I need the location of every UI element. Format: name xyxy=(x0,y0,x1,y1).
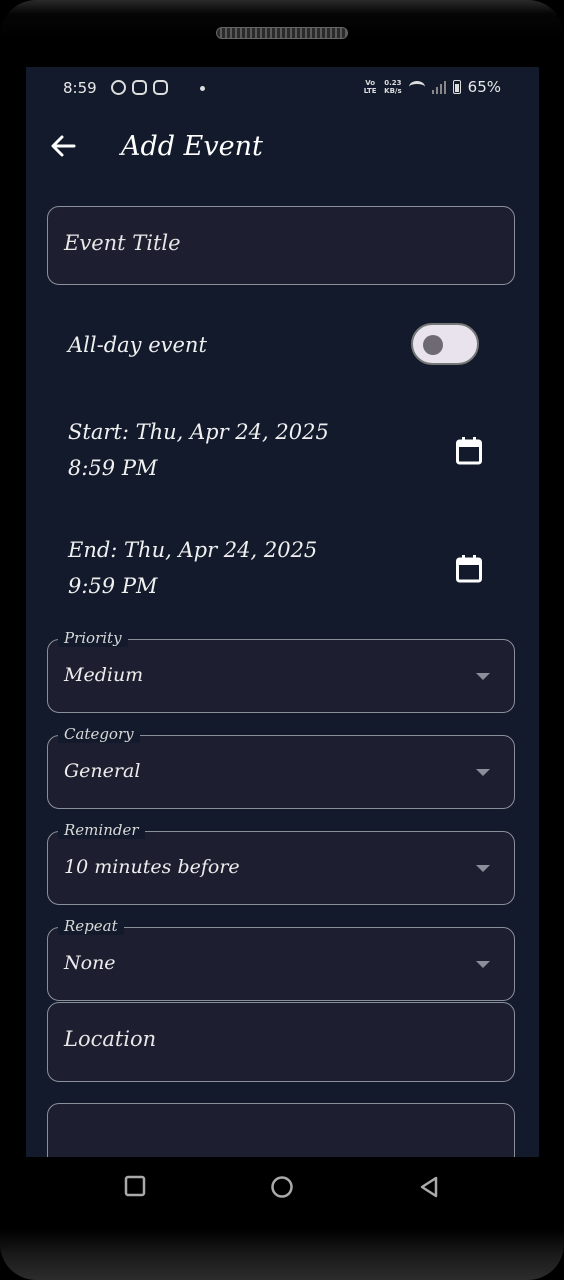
battery-icon xyxy=(452,80,461,94)
start-time-text: 8:59 PM xyxy=(68,456,158,480)
repeat-dropdown[interactable]: Repeat None xyxy=(47,917,515,1001)
end-time-text: 9:59 PM xyxy=(68,574,158,598)
category-value: General xyxy=(64,760,141,782)
category-dropdown[interactable]: Category General xyxy=(47,725,515,809)
event-title-input[interactable]: Event Title xyxy=(47,206,515,285)
wifi-icon xyxy=(408,81,425,93)
end-datetime[interactable]: End: Thu, Apr 24, 2025 9:59 PM xyxy=(26,530,539,610)
chevron-down-icon xyxy=(476,865,490,872)
description-input[interactable] xyxy=(47,1103,515,1157)
calendar-icon[interactable] xyxy=(456,555,482,583)
square-icon[interactable] xyxy=(124,1175,146,1197)
system-nav-bar xyxy=(0,1158,564,1218)
chevron-down-icon xyxy=(476,769,490,776)
status-time: 8:59 xyxy=(63,79,97,97)
more-notifications-dot xyxy=(200,86,205,91)
app-screen: 8:59 Vo LTE 0.23 KB/s 65% Add Event Even… xyxy=(26,67,539,1157)
instagram-icon xyxy=(132,80,147,95)
toggle-knob xyxy=(423,335,443,355)
priority-label: Priority xyxy=(58,629,128,647)
start-date-text: Start: Thu, Apr 24, 2025 xyxy=(68,420,329,444)
volte-indicator: Vo LTE xyxy=(363,79,377,95)
status-right: Vo LTE 0.23 KB/s 65% xyxy=(363,78,501,96)
chevron-down-icon xyxy=(476,673,490,680)
instagram-icon xyxy=(153,80,168,95)
reminder-dropdown[interactable]: Reminder 10 minutes before xyxy=(47,821,515,905)
arrow-left-icon xyxy=(51,135,76,157)
notification-icons xyxy=(111,80,168,95)
whatsapp-icon xyxy=(111,80,126,95)
repeat-value: None xyxy=(64,952,116,974)
location-placeholder: Location xyxy=(64,1027,157,1051)
end-date-text: End: Thu, Apr 24, 2025 xyxy=(68,538,318,562)
priority-value: Medium xyxy=(64,664,144,686)
network-speed-unit: KB/s xyxy=(384,87,402,95)
repeat-label: Repeat xyxy=(58,917,124,935)
priority-dropdown[interactable]: Priority Medium xyxy=(47,629,515,713)
network-speed-value: 0.23 xyxy=(384,79,402,87)
all-day-toggle[interactable] xyxy=(411,323,479,365)
battery-percent: 65% xyxy=(467,78,501,96)
start-datetime[interactable]: Start: Thu, Apr 24, 2025 8:59 PM xyxy=(26,412,539,492)
triangle-back-icon[interactable] xyxy=(418,1175,440,1199)
reminder-value: 10 minutes before xyxy=(64,856,240,878)
event-title-placeholder: Event Title xyxy=(64,231,181,255)
status-bar: 8:59 Vo LTE 0.23 KB/s 65% xyxy=(26,67,539,109)
signal-icon xyxy=(431,80,446,94)
calendar-icon[interactable] xyxy=(456,437,482,465)
back-button[interactable] xyxy=(48,131,78,161)
circle-icon[interactable] xyxy=(270,1175,294,1199)
speaker-grille xyxy=(216,27,348,39)
page-title: Add Event xyxy=(121,131,263,162)
location-input[interactable]: Location xyxy=(47,1002,515,1082)
network-speed: 0.23 KB/s xyxy=(384,79,401,95)
app-bar: Add Event xyxy=(26,109,539,185)
all-day-label: All-day event xyxy=(68,333,207,357)
category-label: Category xyxy=(58,725,140,743)
chevron-down-icon xyxy=(476,961,490,968)
reminder-label: Reminder xyxy=(58,821,145,839)
